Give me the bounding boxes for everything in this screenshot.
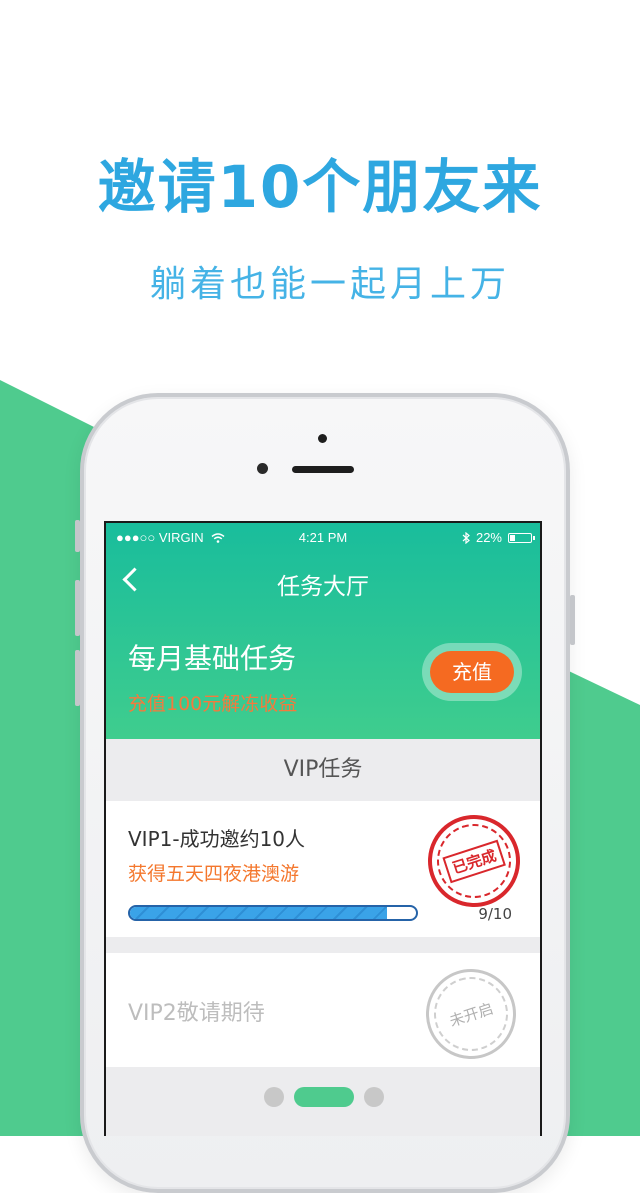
bluetooth-icon xyxy=(462,531,470,544)
status-bar: ●●●○○ VIRGIN 4:21 PM 22% xyxy=(106,527,540,551)
vip-task-title: VIP1-成功邀约10人 xyxy=(128,827,306,851)
phone-volume-up xyxy=(75,580,80,636)
vip-task-card[interactable]: VIP2敬请期待 未开启 xyxy=(106,953,540,1071)
battery-icon xyxy=(508,532,535,543)
nav-title: 任务大厅 xyxy=(277,574,369,600)
monthly-task-title: 每月基础任务 xyxy=(128,642,297,675)
vip-task-progress-bar xyxy=(128,905,418,921)
phone-volume-down xyxy=(75,650,80,706)
page-dot[interactable] xyxy=(264,1087,284,1107)
phone-camera-icon xyxy=(257,463,268,474)
vip-task-reward: 获得五天四夜港澳游 xyxy=(128,863,300,885)
phone-side-button xyxy=(75,520,80,552)
app-header: ●●●○○ VIRGIN 4:21 PM 22% 任务大厅 每月基础任务 充值1 xyxy=(106,523,540,739)
vip-task-title: VIP2敬请期待 xyxy=(128,1001,265,1026)
recharge-button[interactable]: 充值 xyxy=(430,651,514,693)
promo-subheadline: 躺着也能一起月上万 xyxy=(149,264,510,305)
monthly-task-subtitle: 充值100元解冻收益 xyxy=(128,693,298,715)
battery-percent: 22% xyxy=(475,530,502,545)
page-dot[interactable] xyxy=(364,1087,384,1107)
vip-task-card[interactable]: VIP1-成功邀约10人 获得五天四夜港澳游 9/10 已完成 xyxy=(106,801,540,937)
vip-section-title: VIP任务 xyxy=(283,757,363,782)
status-right: 22% xyxy=(462,530,535,545)
page-dot-active[interactable] xyxy=(294,1087,354,1107)
locked-stamp-icon: 未开启 xyxy=(414,957,528,1071)
completed-stamp-label: 已完成 xyxy=(442,839,506,883)
phone-speaker xyxy=(292,466,354,473)
phone-sensor xyxy=(318,434,327,443)
page-indicator xyxy=(106,1087,540,1107)
promo-headline: 邀请10个朋友来 xyxy=(97,153,543,221)
nav-bar: 任务大厅 xyxy=(106,559,540,603)
phone-power-button xyxy=(570,595,575,645)
locked-stamp-label: 未开启 xyxy=(442,994,500,1034)
recharge-button-halo: 充值 xyxy=(422,643,522,701)
completed-stamp-icon: 已完成 xyxy=(416,803,532,919)
progress-fill xyxy=(130,907,388,919)
app-screen: ●●●○○ VIRGIN 4:21 PM 22% 任务大厅 每月基础任务 充值1 xyxy=(104,521,542,1136)
vip-task-progress-text: 9/10 xyxy=(478,905,512,923)
